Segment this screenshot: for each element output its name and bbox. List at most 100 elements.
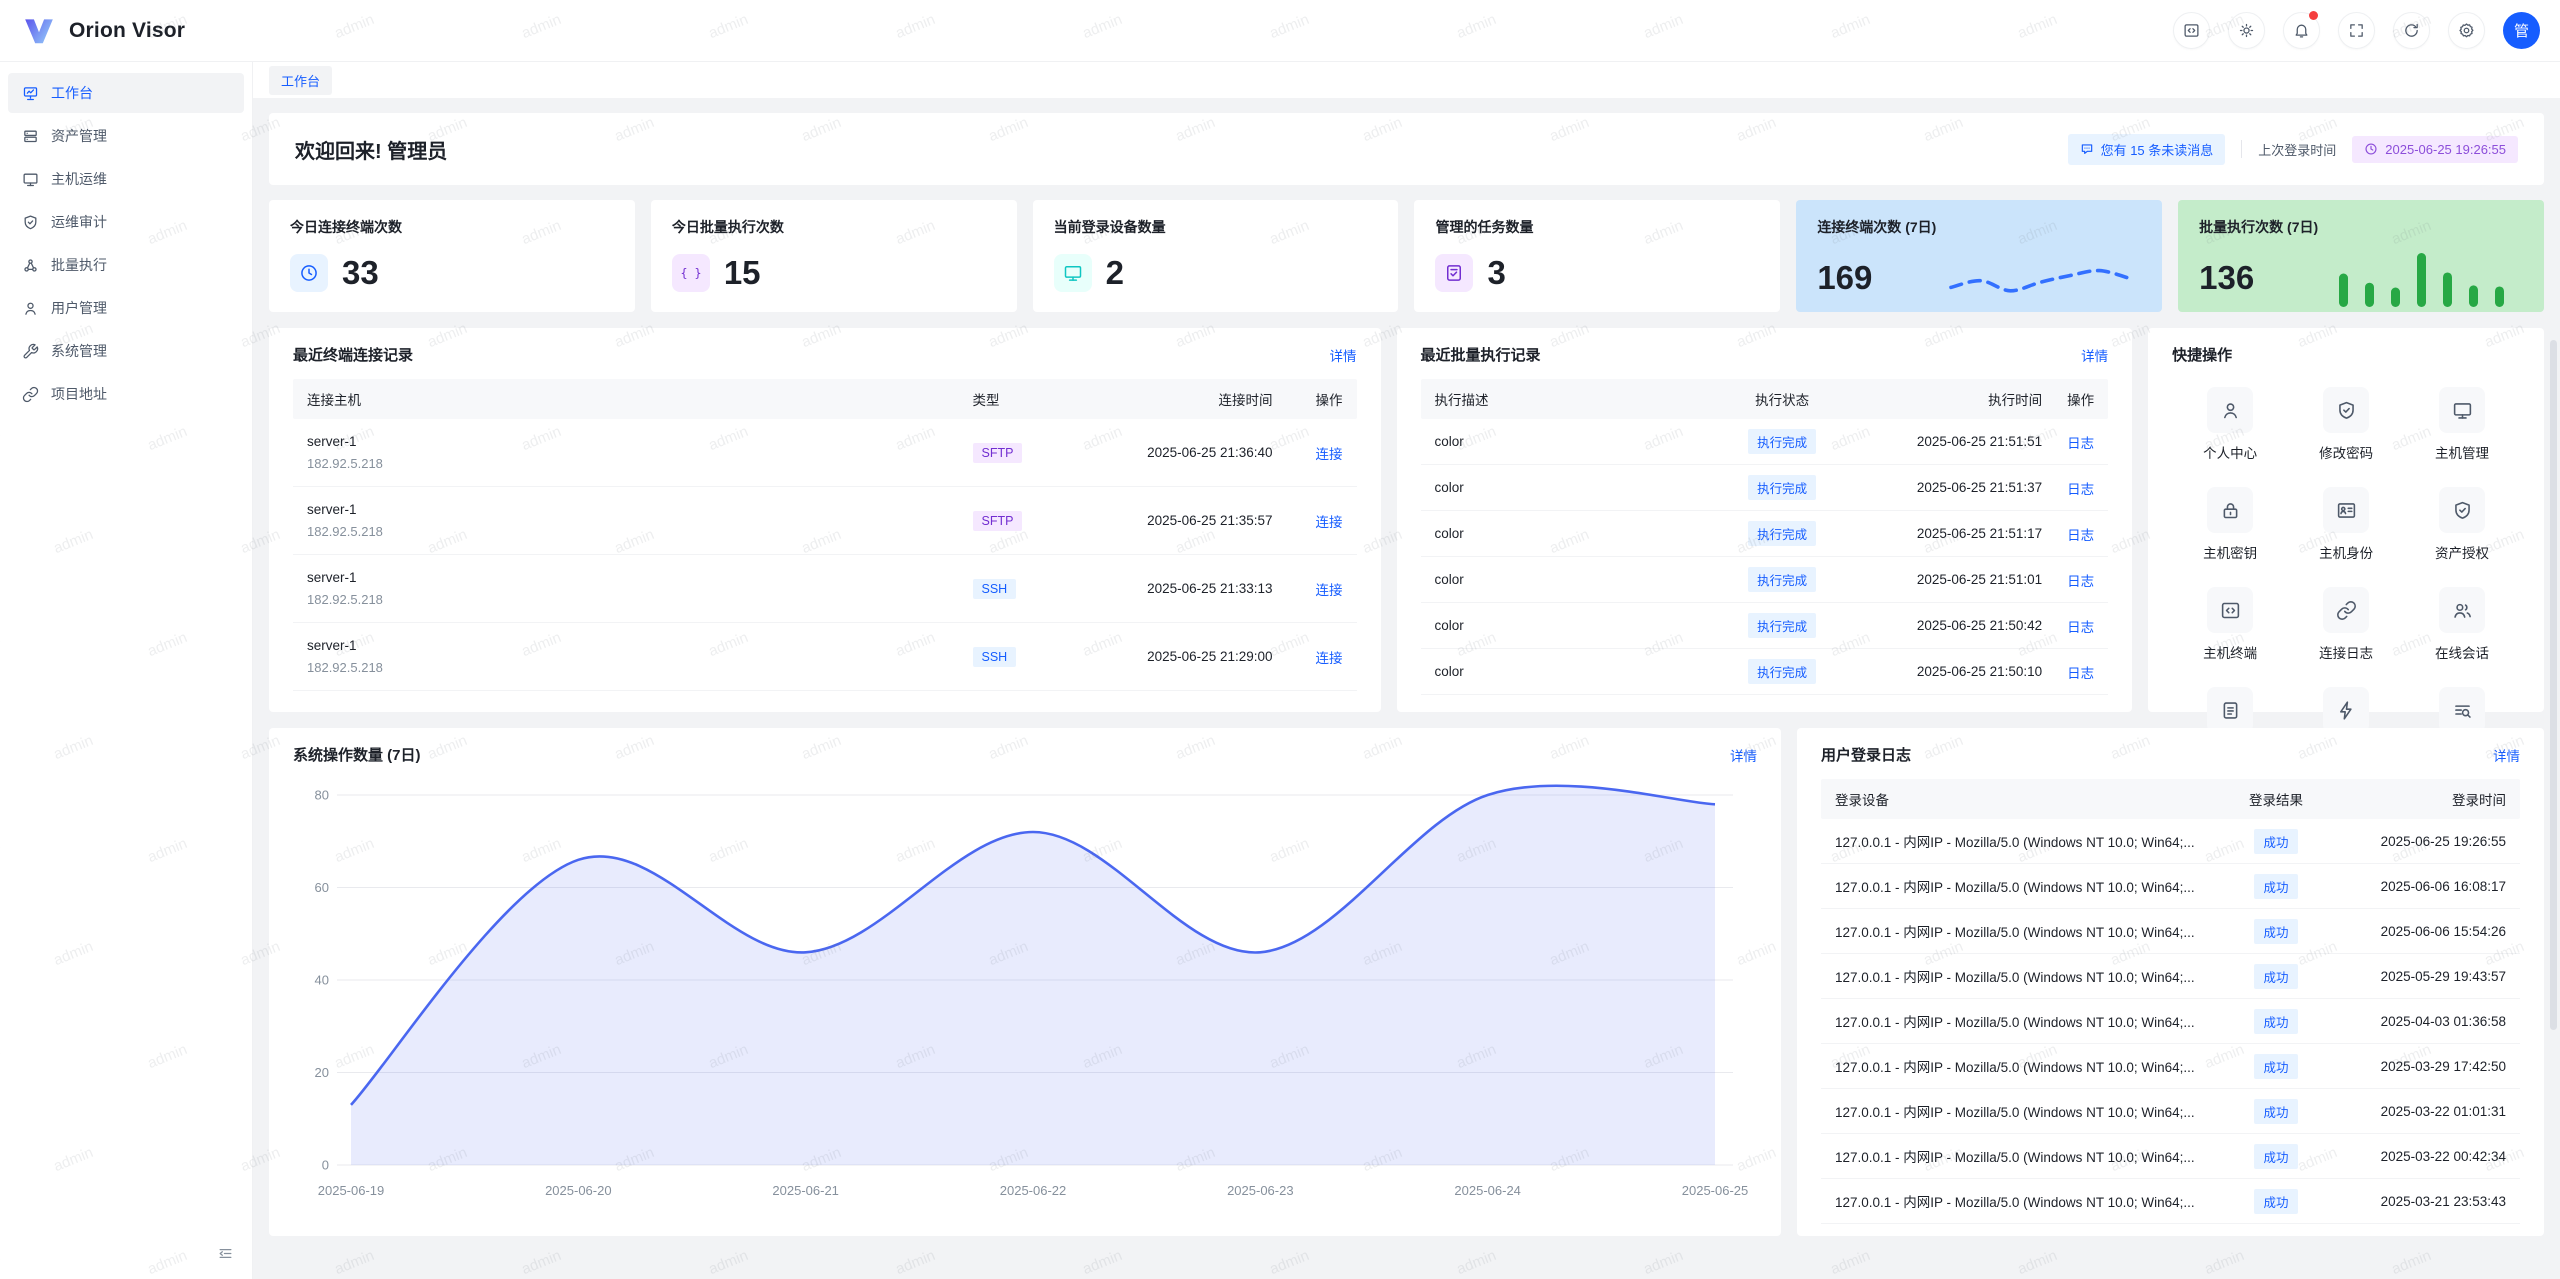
login-result-badge: 成功 (2254, 829, 2297, 854)
quick-action-icon (2439, 487, 2485, 533)
column-header: 类型 (973, 389, 1083, 409)
connection-type-badge: SSH (973, 579, 1017, 599)
message-icon (2080, 142, 2094, 156)
ops-chart-panel: 系统操作数量 (7日) 详情 0204060802025-06-192025-0… (269, 728, 1781, 1236)
log-link[interactable]: 日志 (2067, 528, 2094, 543)
sidebar-item[interactable]: 系统管理 (8, 331, 244, 371)
log-link[interactable]: 日志 (2067, 482, 2094, 497)
sidebar-item[interactable]: 主机运维 (8, 159, 244, 199)
login-time: 2025-05-29 19:43:57 (2331, 969, 2506, 984)
header-icon-button[interactable] (2228, 12, 2265, 49)
table-row: 127.0.0.1 - 内网IP - Mozilla/5.0 (Windows … (1821, 1134, 2520, 1179)
stat-card-icon (1054, 254, 1092, 292)
panel-title: 系统操作数量 (7日) (293, 744, 421, 765)
quick-action[interactable]: 连接日志 (2288, 587, 2404, 662)
quick-action-icon (2207, 487, 2253, 533)
unread-messages-badge[interactable]: 您有 15 条未读消息 (2068, 134, 2226, 165)
sidebar-item[interactable]: 批量执行 (8, 245, 244, 285)
sidebar-item[interactable]: 工作台 (8, 73, 244, 113)
batch-records-detail-link[interactable]: 详情 (2081, 345, 2108, 365)
sidebar-item-label: 资产管理 (51, 126, 201, 146)
scrollbar[interactable] (2550, 340, 2557, 1030)
quick-action[interactable]: 主机身份 (2288, 487, 2404, 562)
quick-action[interactable]: 修改密码 (2288, 387, 2404, 462)
execution-status-badge: 执行完成 (1748, 567, 1816, 592)
header-icon (2238, 22, 2255, 39)
stat-card-icon (290, 254, 328, 292)
batch-records-panel: 最近批量执行记录 详情 执行描述 执行状态 执行时间 操作 color (1397, 328, 2133, 712)
connect-link[interactable]: 连接 (1316, 447, 1343, 462)
quick-action[interactable]: 主机密钥 (2172, 487, 2288, 562)
log-link[interactable]: 日志 (2067, 574, 2094, 589)
connect-link[interactable]: 连接 (1316, 583, 1343, 598)
log-link[interactable]: 日志 (2067, 666, 2094, 681)
table-header: 执行描述 执行状态 执行时间 操作 (1421, 379, 2109, 419)
login-logs-detail-link[interactable]: 详情 (2493, 745, 2520, 765)
quick-action[interactable]: 在线会话 (2404, 587, 2520, 662)
connect-link[interactable]: 连接 (1316, 651, 1343, 666)
quick-action[interactable]: 主机管理 (2404, 387, 2520, 462)
login-time: 2025-03-22 01:01:31 (2331, 1104, 2506, 1119)
quick-actions-panel: 快捷操作 个人中心 修改密码 (2148, 328, 2544, 712)
sidebar-item[interactable]: 用户管理 (8, 288, 244, 328)
table-row: server-1 182.92.5.218 SFTP 2025-06-25 21… (293, 419, 1357, 487)
host-ip: 182.92.5.218 (307, 456, 973, 471)
host-name: server-1 (307, 638, 973, 653)
breadcrumb-tab-workbench[interactable]: 工作台 (269, 66, 332, 95)
log-link[interactable]: 日志 (2067, 436, 2094, 451)
svg-text:2025-06-24: 2025-06-24 (1454, 1183, 1521, 1198)
sidebar-collapse-button[interactable] (217, 1245, 234, 1265)
quick-action[interactable]: 资产授权 (2404, 487, 2520, 562)
stat-card: 当前登录设备数量 2 (1033, 200, 1399, 312)
terminal-records-detail-link[interactable]: 详情 (1330, 345, 1357, 365)
brand: Orion Visor (22, 14, 185, 48)
quick-action[interactable]: 主机终端 (2172, 587, 2288, 662)
sidebar: 工作台 资产管理 主机运维 运维审计 (0, 62, 253, 1279)
header-icon-button[interactable] (2338, 12, 2375, 49)
quick-action-label: 连接日志 (2319, 642, 2373, 662)
quick-action-icon (2439, 687, 2485, 733)
main-content: 工作台 欢迎回来! 管理员 您有 15 条未读消息 上次登录时间 2025-06… (253, 62, 2560, 1279)
header-actions (2173, 12, 2485, 49)
quick-action[interactable]: 个人中心 (2172, 387, 2288, 462)
terminal-records-panel: 最近终端连接记录 详情 连接主机 类型 连接时间 操作 (269, 328, 1381, 712)
sidebar-item[interactable]: 资产管理 (8, 116, 244, 156)
column-header: 执行时间 (1842, 389, 2042, 409)
quick-action-icon (2439, 387, 2485, 433)
log-link[interactable]: 日志 (2067, 620, 2094, 635)
execution-status-badge: 执行完成 (1748, 429, 1816, 454)
header-icon-button[interactable] (2173, 12, 2210, 49)
quick-action-icon (2207, 687, 2253, 733)
column-header: 登录设备 (1835, 789, 2221, 809)
login-device: 127.0.0.1 - 内网IP - Mozilla/5.0 (Windows … (1835, 1191, 2221, 1211)
execution-description: color (1435, 526, 1723, 541)
welcome-banner: 欢迎回来! 管理员 您有 15 条未读消息 上次登录时间 2025-06-25 … (269, 113, 2544, 185)
execution-time: 2025-06-25 21:51:17 (1842, 526, 2042, 541)
sidebar-item[interactable]: 项目地址 (8, 374, 244, 414)
sidebar-item-label: 用户管理 (51, 298, 201, 318)
connection-type-badge: SSH (973, 647, 1017, 667)
table-row: 127.0.0.1 - 内网IP - Mozilla/5.0 (Windows … (1821, 909, 2520, 954)
sidebar-item-label: 主机运维 (51, 169, 201, 189)
header-icon-button[interactable] (2393, 12, 2430, 49)
column-header: 登录结果 (2221, 789, 2331, 809)
execution-description: color (1435, 480, 1723, 495)
panel-title: 用户登录日志 (1821, 744, 1911, 765)
svg-text:40: 40 (315, 973, 329, 988)
login-device: 127.0.0.1 - 内网IP - Mozilla/5.0 (Windows … (1835, 876, 2221, 896)
execution-description: color (1435, 664, 1723, 679)
login-time: 2025-03-22 00:42:34 (2331, 1149, 2506, 1164)
connect-link[interactable]: 连接 (1316, 515, 1343, 530)
notification-dot (2309, 11, 2318, 20)
quick-action-icon (2207, 587, 2253, 633)
avatar[interactable]: 管 (2503, 12, 2540, 49)
sidebar-item[interactable]: 运维审计 (8, 202, 244, 242)
header-icon-button[interactable] (2283, 12, 2320, 49)
execution-description: color (1435, 618, 1723, 633)
header-icon-button[interactable] (2448, 12, 2485, 49)
ops-chart-detail-link[interactable]: 详情 (1730, 745, 1757, 765)
last-login-label: 上次登录时间 (2258, 140, 2336, 159)
execution-time: 2025-06-25 21:50:42 (1842, 618, 2042, 633)
column-header: 执行描述 (1435, 389, 1723, 409)
app-title: Orion Visor (69, 19, 185, 43)
